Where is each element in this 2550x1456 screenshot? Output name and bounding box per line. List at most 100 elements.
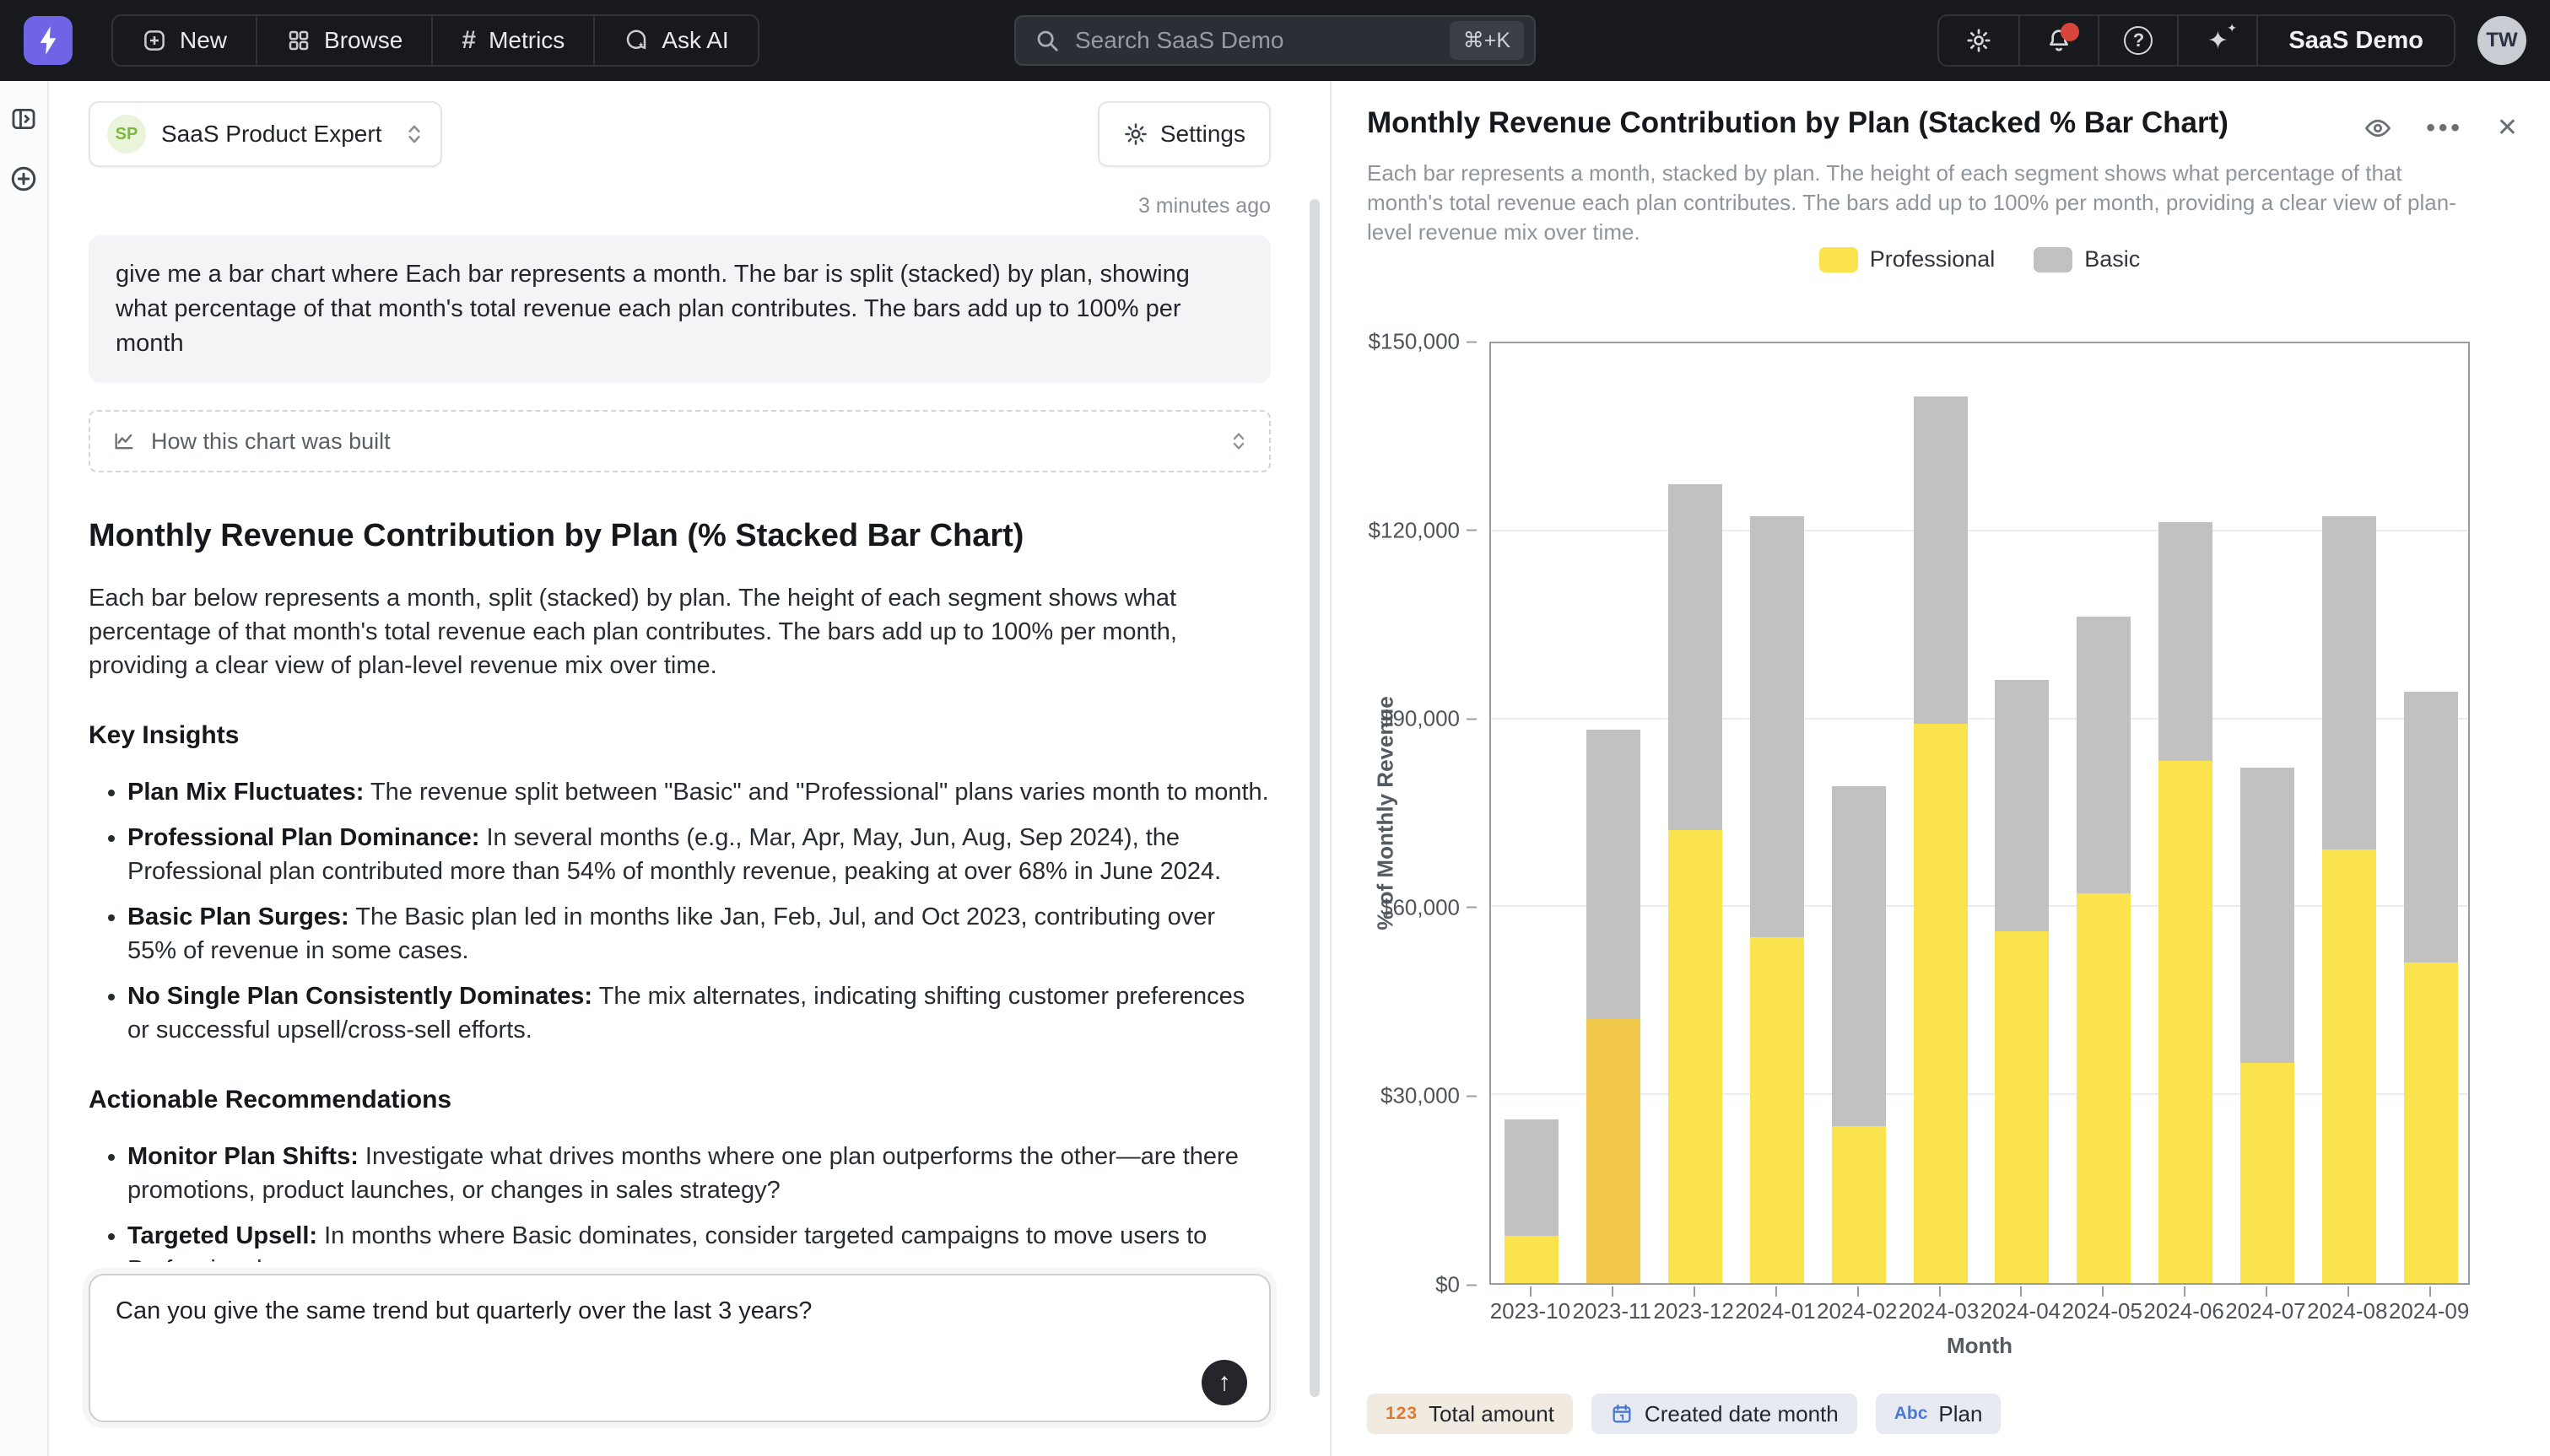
workspace-menu[interactable]: SaaS Demo — [2256, 16, 2454, 65]
bar-segment-basic-2024-04[interactable] — [1995, 680, 2049, 931]
x-tick-label: 2023-11 — [1573, 1298, 1652, 1324]
message-input[interactable]: Can you give the same trend but quarterl… — [89, 1274, 1271, 1422]
legend-item-basic[interactable]: Basic — [2034, 246, 2140, 272]
bar-segment-professional-2024-07[interactable] — [2240, 1063, 2294, 1283]
global-search-input[interactable]: Search SaaS Demo ⌘+K — [1014, 15, 1536, 66]
help-button[interactable]: ? — [2098, 16, 2177, 65]
bar-segment-basic-2024-09[interactable] — [2404, 692, 2458, 962]
bar-segment-professional-2024-04[interactable] — [1995, 931, 2049, 1283]
chart-title: Monthly Revenue Contribution by Plan (St… — [1367, 106, 2229, 140]
bar-segment-professional-2024-06[interactable] — [2158, 761, 2212, 1283]
bar-segment-basic-2024-06[interactable] — [2158, 522, 2212, 761]
dimension-tag-plan[interactable]: Abc Plan — [1876, 1394, 2002, 1434]
more-options-button[interactable]: ••• — [2426, 114, 2463, 143]
bar-segment-professional-2023-12[interactable] — [1668, 830, 1722, 1283]
plus-square-icon — [142, 28, 167, 53]
ask-ai-label: Ask AI — [662, 27, 728, 54]
y-tick-label: $150,000 — [1369, 329, 1477, 355]
metric-tag-total-amount[interactable]: 123 Total amount — [1367, 1394, 1573, 1434]
send-button[interactable]: ↑ — [1202, 1360, 1247, 1405]
x-tick-label: 2024-05 — [2062, 1298, 2142, 1324]
chart-plot — [1489, 342, 2470, 1285]
dimension-tag-created-date[interactable]: Created date month — [1591, 1394, 1857, 1434]
gear-icon — [1965, 27, 1992, 54]
expand-sidebar-button[interactable] — [9, 105, 38, 133]
insights-list: Plan Mix Fluctuates: The revenue split b… — [89, 775, 1271, 1047]
bar-segment-basic-2024-03[interactable] — [1914, 396, 1968, 724]
bar-segment-basic-2023-10[interactable] — [1505, 1119, 1559, 1236]
list-item: Plan Mix Fluctuates: The revenue split b… — [127, 775, 1271, 809]
how-chart-built-toggle[interactable]: How this chart was built — [89, 410, 1271, 472]
arrow-up-icon: ↑ — [1218, 1368, 1231, 1397]
x-tick-mark — [1939, 1286, 1941, 1297]
x-tick-mark — [1694, 1286, 1695, 1297]
top-nav: New Browse # Metrics Ask AI Search SaaS … — [0, 0, 2550, 81]
x-tick-mark — [1857, 1286, 1859, 1297]
preview-eye-button[interactable] — [2364, 114, 2392, 143]
close-panel-button[interactable]: ✕ — [2497, 113, 2518, 143]
mini-chart-icon — [112, 429, 136, 453]
bar-segment-basic-2024-08[interactable] — [2322, 516, 2376, 849]
x-axis-ticks: 2023-102023-112023-122024-012024-022024-… — [1489, 1298, 2470, 1332]
bar-segment-professional-2023-10[interactable] — [1505, 1236, 1559, 1283]
legend-item-professional[interactable]: Professional — [1819, 246, 1996, 272]
bar-segment-professional-2023-11[interactable] — [1586, 1019, 1640, 1283]
bar-segment-basic-2024-02[interactable] — [1832, 786, 1886, 1125]
insights-heading: Key Insights — [89, 721, 1271, 750]
user-avatar[interactable]: TW — [2477, 16, 2526, 65]
settings-label: Settings — [1160, 121, 1245, 148]
agent-settings-button[interactable]: Settings — [1098, 101, 1271, 167]
y-tick-label: $120,000 — [1369, 517, 1477, 543]
x-tick-label: 2023-12 — [1653, 1298, 1733, 1324]
metrics-button[interactable]: # Metrics — [431, 16, 593, 65]
new-button[interactable]: New — [113, 16, 256, 65]
bar-segment-basic-2023-12[interactable] — [1668, 484, 1722, 830]
bar-segment-professional-2024-05[interactable] — [2077, 893, 2131, 1283]
nav-menu: New Browse # Metrics Ask AI — [111, 14, 759, 67]
chevron-updown-icon — [405, 121, 424, 147]
chat-messages: 3 minutes ago give me a bar chart where … — [89, 182, 1271, 1262]
x-tick-label: 2024-08 — [2307, 1298, 2387, 1324]
lightning-bolt-icon — [35, 24, 61, 57]
tag-label: Plan — [1938, 1401, 1982, 1427]
x-tick-mark — [1530, 1286, 1532, 1297]
plus-circle-icon — [8, 164, 39, 194]
app-logo[interactable] — [24, 16, 73, 65]
ask-ai-button[interactable]: Ask AI — [593, 16, 757, 65]
settings-gear-button[interactable] — [1939, 16, 2018, 65]
panel-toggle-icon — [9, 105, 38, 133]
text-field-icon: Abc — [1894, 1404, 1928, 1424]
bar-segment-basic-2024-01[interactable] — [1750, 516, 1804, 937]
y-tick-label: $0 — [1435, 1272, 1477, 1298]
agent-selector[interactable]: SP SaaS Product Expert — [89, 101, 442, 167]
legend-label: Professional — [1870, 246, 1996, 272]
bar-segment-professional-2024-01[interactable] — [1750, 937, 1804, 1283]
y-tick-label: $30,000 — [1380, 1083, 1477, 1109]
bar-segment-professional-2024-02[interactable] — [1832, 1126, 1886, 1283]
legend-swatch — [2034, 247, 2072, 272]
search-icon — [1035, 28, 1060, 53]
bar-segment-professional-2024-03[interactable] — [1914, 724, 1968, 1283]
list-item: No Single Plan Consistently Dominates: T… — [127, 979, 1271, 1047]
hash-icon: # — [462, 26, 476, 55]
bar-segment-basic-2024-07[interactable] — [2240, 768, 2294, 1063]
metrics-label: Metrics — [489, 27, 565, 54]
chevron-updown-icon — [1230, 429, 1247, 453]
grid-icon — [286, 28, 311, 53]
user-message: give me a bar chart where Each bar repre… — [89, 235, 1271, 383]
bar-segment-professional-2024-08[interactable] — [2322, 849, 2376, 1283]
browse-button[interactable]: Browse — [256, 16, 431, 65]
bar-segment-basic-2024-05[interactable] — [2077, 617, 2131, 893]
list-item: Monitor Plan Shifts: Investigate what dr… — [127, 1140, 1271, 1207]
ai-sparkles-button[interactable]: ✦✦ — [2177, 16, 2256, 65]
notifications-button[interactable] — [2018, 16, 2098, 65]
bar-segment-basic-2023-11[interactable] — [1586, 730, 1640, 1019]
chat-scrollbar[interactable] — [1310, 199, 1320, 1397]
new-chat-button[interactable] — [8, 164, 39, 194]
how-built-label: How this chart was built — [151, 429, 391, 455]
left-rail — [0, 81, 49, 1456]
bar-segment-professional-2024-09[interactable] — [2404, 963, 2458, 1283]
gear-icon — [1123, 121, 1148, 147]
browse-label: Browse — [324, 27, 402, 54]
y-tick-label: $90,000 — [1380, 706, 1477, 732]
